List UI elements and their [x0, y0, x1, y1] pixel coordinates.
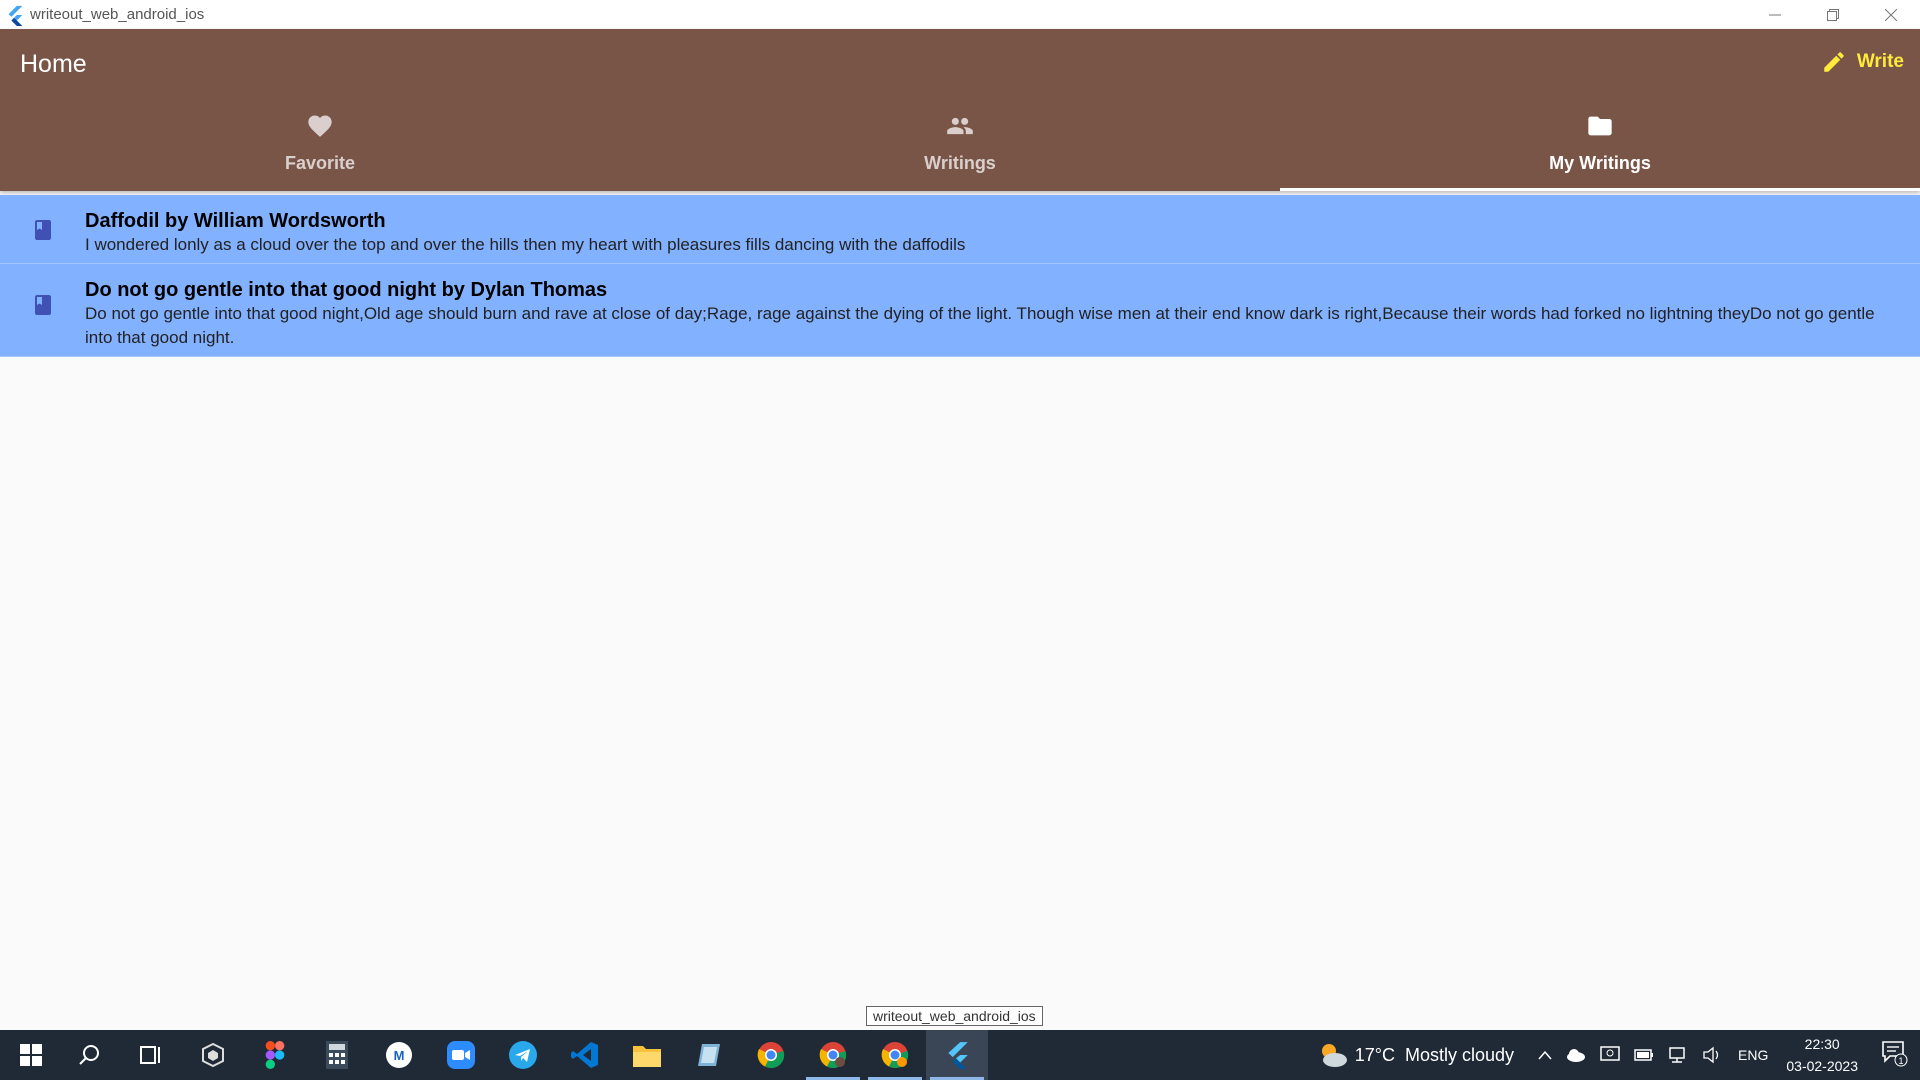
- flutter-icon: [948, 1042, 968, 1069]
- speaker-icon: [1703, 1046, 1719, 1064]
- writing-excerpt: Do not go gentle into that good night,Ol…: [85, 304, 1875, 347]
- tab-my-writings-label: My Writings: [1549, 153, 1651, 173]
- write-button[interactable]: Write: [1821, 49, 1904, 75]
- taskbar-app-cube[interactable]: [182, 1030, 244, 1080]
- onedrive-button[interactable]: [1566, 1048, 1586, 1062]
- chrome-profile-icon: [881, 1042, 909, 1069]
- writing-title: Do not go gentle into that good night by…: [85, 279, 608, 301]
- window-controls: [1746, 0, 1920, 29]
- device-icon: [1600, 1046, 1620, 1061]
- heart-icon: [308, 115, 332, 137]
- tab-my-writings[interactable]: My Writings: [1280, 109, 1920, 191]
- app-circle-icon: M: [386, 1042, 412, 1068]
- minimize-button[interactable]: [1746, 0, 1804, 29]
- list-item[interactable]: Daffodil by William Wordsworth I wondere…: [0, 195, 1920, 264]
- system-tray: 17°C Mostly cloudy ENG 22:30 03-02-2023: [1317, 1030, 1920, 1080]
- search-icon: [79, 1045, 99, 1065]
- language-indicator[interactable]: ENG: [1738, 1047, 1768, 1063]
- search-button[interactable]: [58, 1030, 120, 1080]
- taskbar-app-zoom[interactable]: [430, 1030, 492, 1080]
- notes-app-icon: [698, 1044, 720, 1066]
- weather-temperature[interactable]: 17°C: [1355, 1045, 1395, 1066]
- zoom-icon: [447, 1041, 475, 1069]
- clock[interactable]: 22:30 03-02-2023: [1786, 1033, 1858, 1077]
- chrome-profile-icon: [819, 1042, 847, 1069]
- people-icon: [947, 117, 973, 135]
- calculator-icon: [326, 1041, 348, 1069]
- device-button[interactable]: [1600, 1046, 1620, 1064]
- window-title: writeout_web_android_ios: [30, 6, 205, 23]
- writing-title: Daffodil by William Wordsworth: [85, 210, 386, 232]
- tab-bar: Favorite Writings My Writings: [0, 109, 1920, 191]
- tab-favorite-label: Favorite: [284, 153, 356, 173]
- chrome-icon: [757, 1042, 785, 1069]
- telegram-icon: [509, 1041, 537, 1069]
- weather-description[interactable]: Mostly cloudy: [1405, 1045, 1514, 1066]
- figma-icon: [265, 1041, 285, 1069]
- my-writings-list: Daffodil by William Wordsworth I wondere…: [0, 195, 1920, 357]
- taskbar-app-chrome[interactable]: [740, 1030, 802, 1080]
- page-title: Home: [20, 50, 87, 78]
- cube-app-icon: [202, 1042, 224, 1068]
- tab-writings-label: Writings: [924, 153, 996, 173]
- battery-icon: [1634, 1049, 1654, 1061]
- book-icon: [34, 220, 51, 240]
- writing-excerpt: I wondered lonly as a cloud over the top…: [85, 235, 966, 254]
- task-view-button[interactable]: [120, 1030, 182, 1080]
- taskbar-app-chrome-profile[interactable]: [802, 1030, 864, 1080]
- list-item[interactable]: Do not go gentle into that good night by…: [0, 264, 1920, 357]
- app-bar: Home Write Favorite Writings My Writings: [0, 29, 1920, 191]
- notification-center-button[interactable]: 1: [1880, 1039, 1908, 1072]
- battery-button[interactable]: [1634, 1049, 1654, 1061]
- clock-time: 22:30: [1804, 1036, 1840, 1052]
- folder-app-icon: [633, 1046, 661, 1067]
- minimize-icon: [1769, 14, 1781, 15]
- taskbar-app-telegram[interactable]: [492, 1030, 554, 1080]
- taskbar-app-circle[interactable]: M: [368, 1030, 430, 1080]
- book-icon: [34, 295, 51, 315]
- weather-cloud-icon[interactable]: [1317, 1041, 1349, 1069]
- taskbar-app-chrome-profile-2[interactable]: [864, 1030, 926, 1080]
- notification-icon: 1: [1882, 1040, 1908, 1066]
- network-icon: [1669, 1047, 1685, 1063]
- tab-favorite[interactable]: Favorite: [0, 109, 640, 191]
- start-button[interactable]: [0, 1030, 62, 1080]
- taskbar-app-calculator[interactable]: [306, 1030, 368, 1080]
- taskbar-app-notes[interactable]: [678, 1030, 740, 1080]
- taskbar-tooltip: writeout_web_android_ios: [866, 1006, 1043, 1026]
- vscode-icon: [571, 1042, 598, 1068]
- taskbar-app-file-explorer[interactable]: [616, 1030, 678, 1080]
- taskbar-app-figma[interactable]: [244, 1030, 306, 1080]
- window-title-bar: writeout_web_android_ios: [0, 0, 1920, 29]
- taskbar-app-flutter[interactable]: [926, 1030, 988, 1080]
- flutter-logo-icon: [8, 5, 23, 26]
- taskbar-app-vscode[interactable]: [554, 1030, 616, 1080]
- close-button[interactable]: [1862, 0, 1920, 29]
- folder-icon: [1588, 116, 1612, 136]
- restore-icon: [1827, 8, 1839, 21]
- chevron-up-icon: [1538, 1050, 1552, 1060]
- restore-button[interactable]: [1804, 0, 1862, 29]
- close-icon: [1885, 8, 1897, 21]
- volume-button[interactable]: [1702, 1046, 1722, 1064]
- notification-count: 1: [1898, 1056, 1903, 1066]
- taskbar: M 17°C Mostly cloudy ENG 22:30 03-02-202…: [0, 1030, 1920, 1080]
- task-view-icon: [140, 1046, 160, 1064]
- tab-writings[interactable]: Writings: [640, 109, 1280, 191]
- write-button-label: Write: [1856, 51, 1904, 72]
- pencil-icon: [1824, 52, 1844, 72]
- onedrive-cloud-icon: [1567, 1049, 1586, 1062]
- clock-date: 03-02-2023: [1786, 1058, 1858, 1074]
- network-button[interactable]: [1668, 1046, 1688, 1064]
- show-hidden-icons-button[interactable]: [1538, 1050, 1552, 1060]
- svg-text:M: M: [394, 1048, 405, 1063]
- windows-logo-icon: [20, 1044, 42, 1066]
